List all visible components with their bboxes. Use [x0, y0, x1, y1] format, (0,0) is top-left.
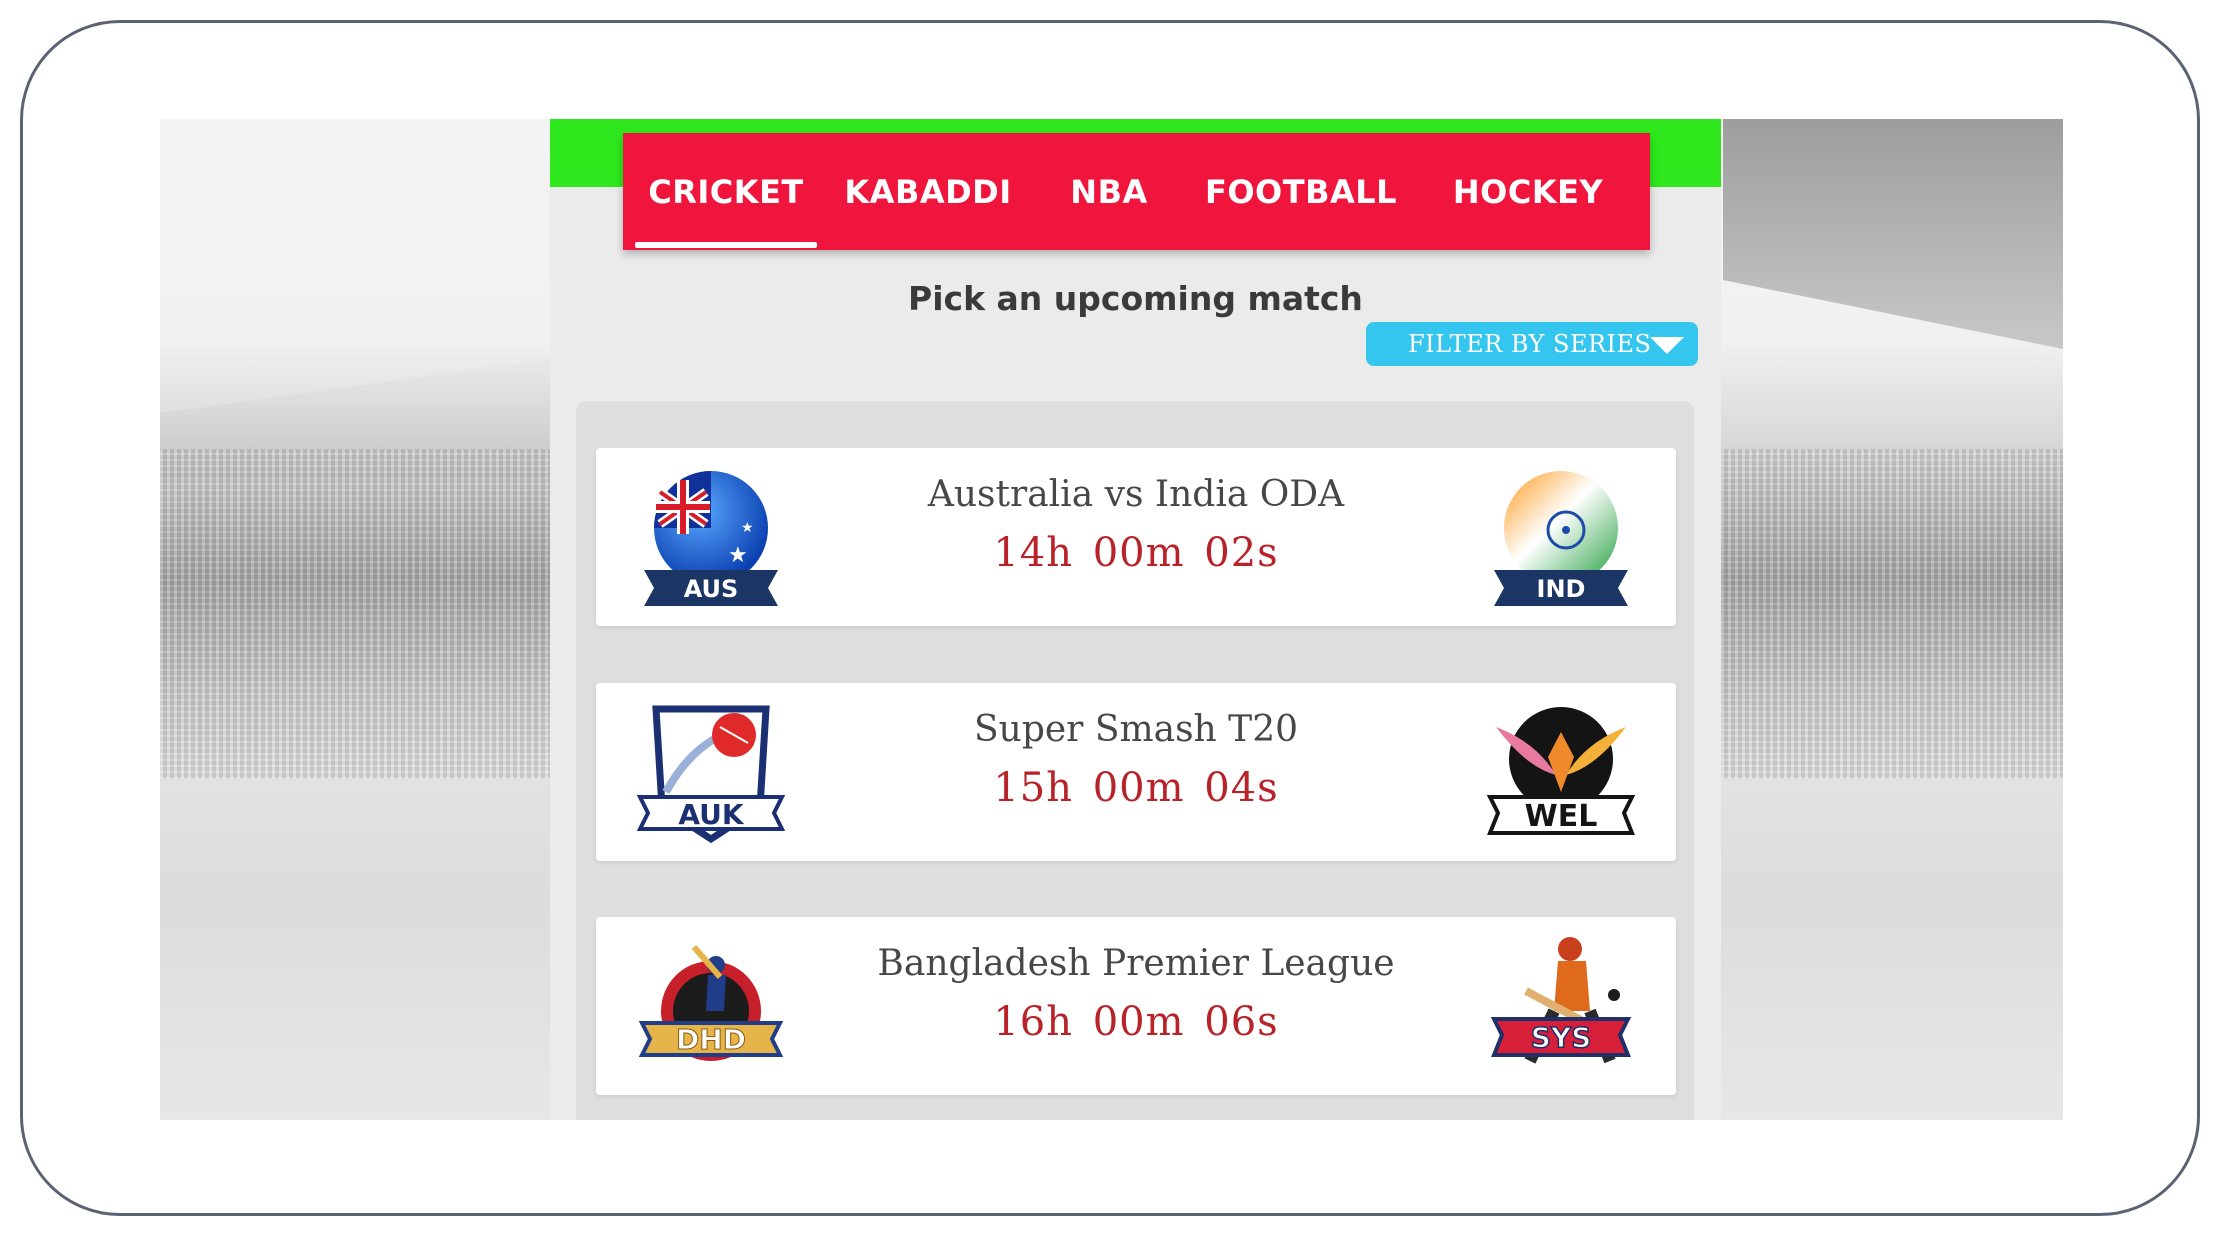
- svg-text:AUS: AUS: [684, 575, 739, 603]
- filter-label: FILTER BY SERIES: [1408, 330, 1652, 358]
- match-card[interactable]: ★ ★ AUS Australia vs India ODA 14h 00m 0…: [596, 448, 1676, 626]
- app-panel: CRICKET KABADDI NBA FOOTBALL HOCKEY Pick…: [550, 119, 1721, 1120]
- page-subtitle: Pick an upcoming match: [908, 279, 1363, 318]
- sylhet-batsman-logo-icon: SYS: [1486, 931, 1636, 1081]
- wellington-firebird-logo-icon: WEL: [1486, 697, 1636, 847]
- match-card[interactable]: DHD Bangladesh Premier League 16h 00m 06…: [596, 917, 1676, 1095]
- svg-text:WEL: WEL: [1525, 799, 1598, 834]
- tab-nba[interactable]: NBA: [1039, 133, 1179, 250]
- sports-tab-bar: CRICKET KABADDI NBA FOOTBALL HOCKEY: [623, 133, 1650, 250]
- chevron-down-icon: [1650, 337, 1684, 354]
- tab-kabaddi[interactable]: KABADDI: [817, 133, 1039, 250]
- india-ball-logo-icon: IND: [1486, 462, 1636, 612]
- stadium-roof-right: [1723, 119, 2063, 349]
- tab-hockey[interactable]: HOCKEY: [1423, 133, 1633, 250]
- match-card[interactable]: AUK Super Smash T20 15h 00m 04s WEL: [596, 683, 1676, 861]
- svg-text:IND: IND: [1537, 575, 1586, 603]
- filter-by-series-button[interactable]: FILTER BY SERIES: [1366, 322, 1698, 366]
- svg-text:SYS: SYS: [1531, 1021, 1592, 1054]
- tab-football[interactable]: FOOTBALL: [1179, 133, 1423, 250]
- tab-cricket[interactable]: CRICKET: [635, 133, 817, 250]
